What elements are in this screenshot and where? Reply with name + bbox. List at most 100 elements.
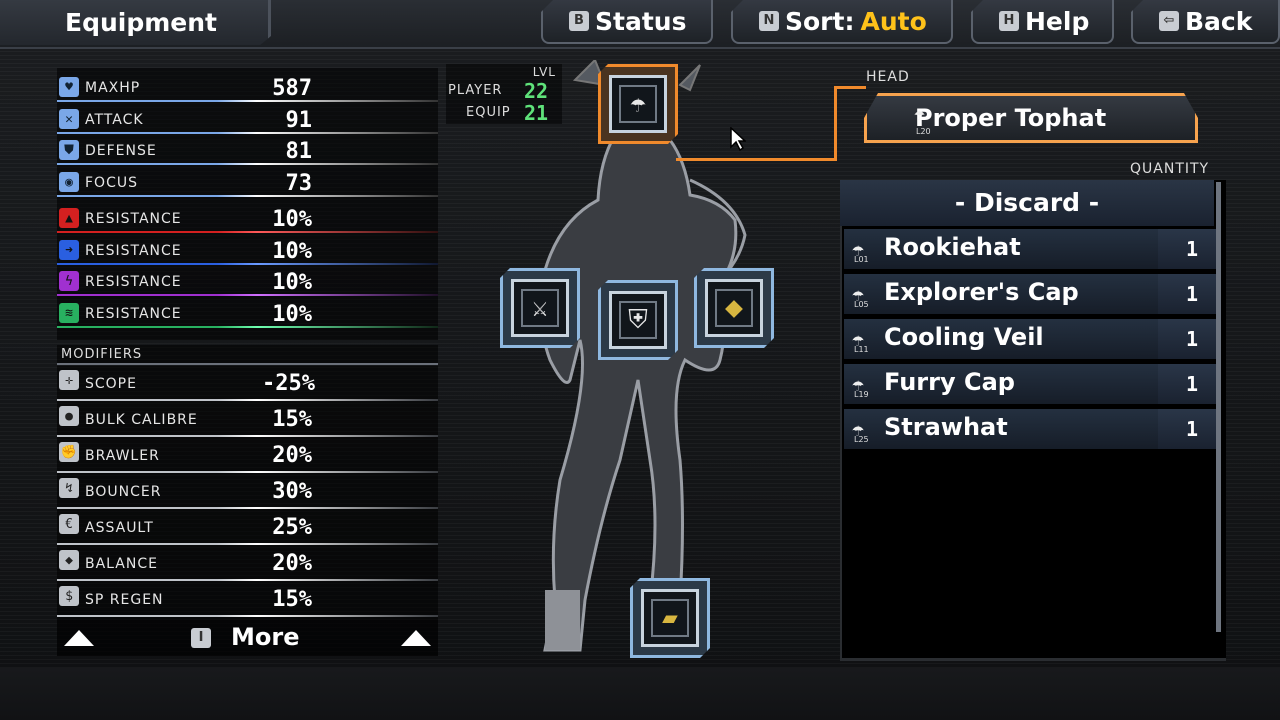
stat-underline [57, 100, 438, 102]
list-item[interactable]: ☂ L05 Explorer's Cap 1 [844, 274, 1216, 314]
list-scrollbar[interactable] [1216, 182, 1221, 632]
modifier-value: 20% [272, 443, 312, 468]
modifier-underline [57, 543, 438, 545]
stat-label: DEFENSE [85, 143, 157, 159]
stat-value: 587 [272, 76, 312, 101]
modifier-underline [57, 579, 438, 581]
stat-row-attack: ✕ ATTACK 91 [57, 105, 438, 135]
feet-slot[interactable]: ▰ [630, 578, 710, 658]
stat-label: RESISTANCE [85, 274, 182, 290]
scope-icon: ✛ [59, 370, 79, 390]
modifier-label: SCOPE [85, 376, 137, 392]
modifier-label: BOUNCER [85, 484, 162, 500]
stat-value: 73 [285, 171, 313, 196]
page-title: Equipment [65, 8, 217, 37]
stat-row-defense: ⛊ DEFENSE 81 [57, 136, 438, 166]
stat-underline [57, 326, 438, 328]
item-quantity: 1 [1185, 237, 1198, 261]
item-quantity: 1 [1185, 417, 1198, 441]
status-button[interactable]: B Status [541, 0, 713, 44]
stat-row-cold-resistance: ➜ RESISTANCE 10% [57, 236, 438, 266]
stat-label: FOCUS [85, 175, 138, 191]
bullet-icon: ● [59, 406, 79, 426]
help-button[interactable]: H Help [971, 0, 1114, 44]
back-key-icon: ⇦ [1159, 11, 1179, 31]
sort-button[interactable]: N Sort: Auto [731, 0, 953, 44]
stat-label: RESISTANCE [85, 243, 182, 259]
stat-underline [57, 195, 438, 197]
item-quantity: 1 [1185, 282, 1198, 306]
hat-icon: ☂ [630, 89, 646, 119]
modifier-value: 15% [272, 587, 312, 612]
shield-icon: ⛊ [59, 140, 79, 160]
list-item[interactable]: ☂ L25 Strawhat 1 [844, 409, 1216, 449]
modifier-label: SP REGEN [85, 592, 164, 608]
section-label: HEAD [866, 69, 910, 85]
item-level: L11 [854, 345, 869, 354]
head-connector-line [834, 86, 866, 89]
stat-row-heat-resistance: ▲ RESISTANCE 10% [57, 204, 438, 234]
list-item[interactable]: ☂ L11 Cooling Veil 1 [844, 319, 1216, 359]
item-level: L05 [854, 300, 869, 309]
item-name: Rookiehat [884, 233, 1021, 261]
modifier-row: € ASSAULT 25% [57, 510, 438, 546]
boot-icon: ▰ [662, 603, 678, 633]
stat-label: ATTACK [85, 112, 144, 128]
left-arm-slot[interactable]: ⚔ [500, 268, 580, 348]
more-label: More [231, 623, 300, 651]
right-arm-slot[interactable]: ⬥ [694, 268, 774, 348]
discard-button[interactable]: - Discard - [840, 180, 1214, 226]
head-connector-line [834, 86, 837, 161]
modifier-label: ASSAULT [85, 520, 154, 536]
sword-icon: ⚔ [532, 293, 548, 323]
stat-underline [57, 294, 438, 296]
item-quantity: 1 [1185, 327, 1198, 351]
scroll-up-left-icon[interactable] [64, 630, 94, 646]
modifier-label: BALANCE [85, 556, 158, 572]
list-item[interactable]: ☂ L19 Furry Cap 1 [844, 364, 1216, 404]
stat-value: 10% [272, 207, 312, 232]
modifier-underline [57, 435, 438, 437]
modifier-value: 15% [272, 407, 312, 432]
back-button[interactable]: ⇦ Back [1131, 0, 1280, 44]
stat-row-wave-resistance: ≋ RESISTANCE 10% [57, 299, 438, 329]
stats-panel: ♥ MAXHP 587 ✕ ATTACK 91 ⛊ DEFENSE 81 ◉ F… [57, 68, 438, 340]
scroll-up-right-icon[interactable] [401, 630, 431, 646]
modifiers-heading: MODIFIERS [57, 345, 438, 365]
shield-icon: ⬥ [724, 292, 744, 323]
item-name: Strawhat [884, 413, 1008, 441]
list-item[interactable]: ☂ L01 Rookiehat 1 [844, 229, 1216, 269]
modifier-row: ● BULK CALIBRE 15% [57, 402, 438, 438]
stat-underline [57, 263, 438, 265]
modifier-underline [57, 615, 438, 617]
modifier-label: BRAWLER [85, 448, 160, 464]
stat-row-focus: ◉ FOCUS 73 [57, 168, 438, 198]
item-level: L19 [854, 390, 869, 399]
wave-icon: ≋ [59, 303, 79, 323]
more-button[interactable]: I More [57, 620, 438, 656]
sword-icon: ✕ [59, 109, 79, 129]
item-level: L25 [854, 435, 869, 444]
stat-underline [57, 163, 438, 165]
stat-value: 10% [272, 239, 312, 264]
modifier-row: ◆ BALANCE 20% [57, 546, 438, 582]
key-n-icon: N [759, 11, 779, 31]
head-slot[interactable]: ☂ [598, 64, 678, 144]
stat-underline [57, 231, 438, 233]
torso-slot[interactable]: ⛨ [598, 280, 678, 360]
modifier-row: $ SP REGEN 15% [57, 582, 438, 618]
modifier-row: ✊ BRAWLER 20% [57, 438, 438, 474]
stat-value: 91 [285, 108, 313, 133]
modifier-value: 30% [272, 479, 312, 504]
stat-label: MAXHP [85, 80, 141, 96]
stat-label: RESISTANCE [85, 211, 182, 227]
balance-icon: ◆ [59, 550, 79, 570]
fire-icon: ▲ [59, 208, 79, 228]
stat-underline [57, 132, 438, 134]
item-quantity: 1 [1185, 372, 1198, 396]
key-b-icon: B [569, 11, 589, 31]
hat-icon: ☂ [914, 104, 925, 125]
back-button-label: Back [1185, 6, 1253, 36]
selected-item-level: L20 [916, 127, 931, 136]
modifiers-panel: ✛ SCOPE -25% ● BULK CALIBRE 15% ✊ BRAWLE… [57, 366, 438, 620]
